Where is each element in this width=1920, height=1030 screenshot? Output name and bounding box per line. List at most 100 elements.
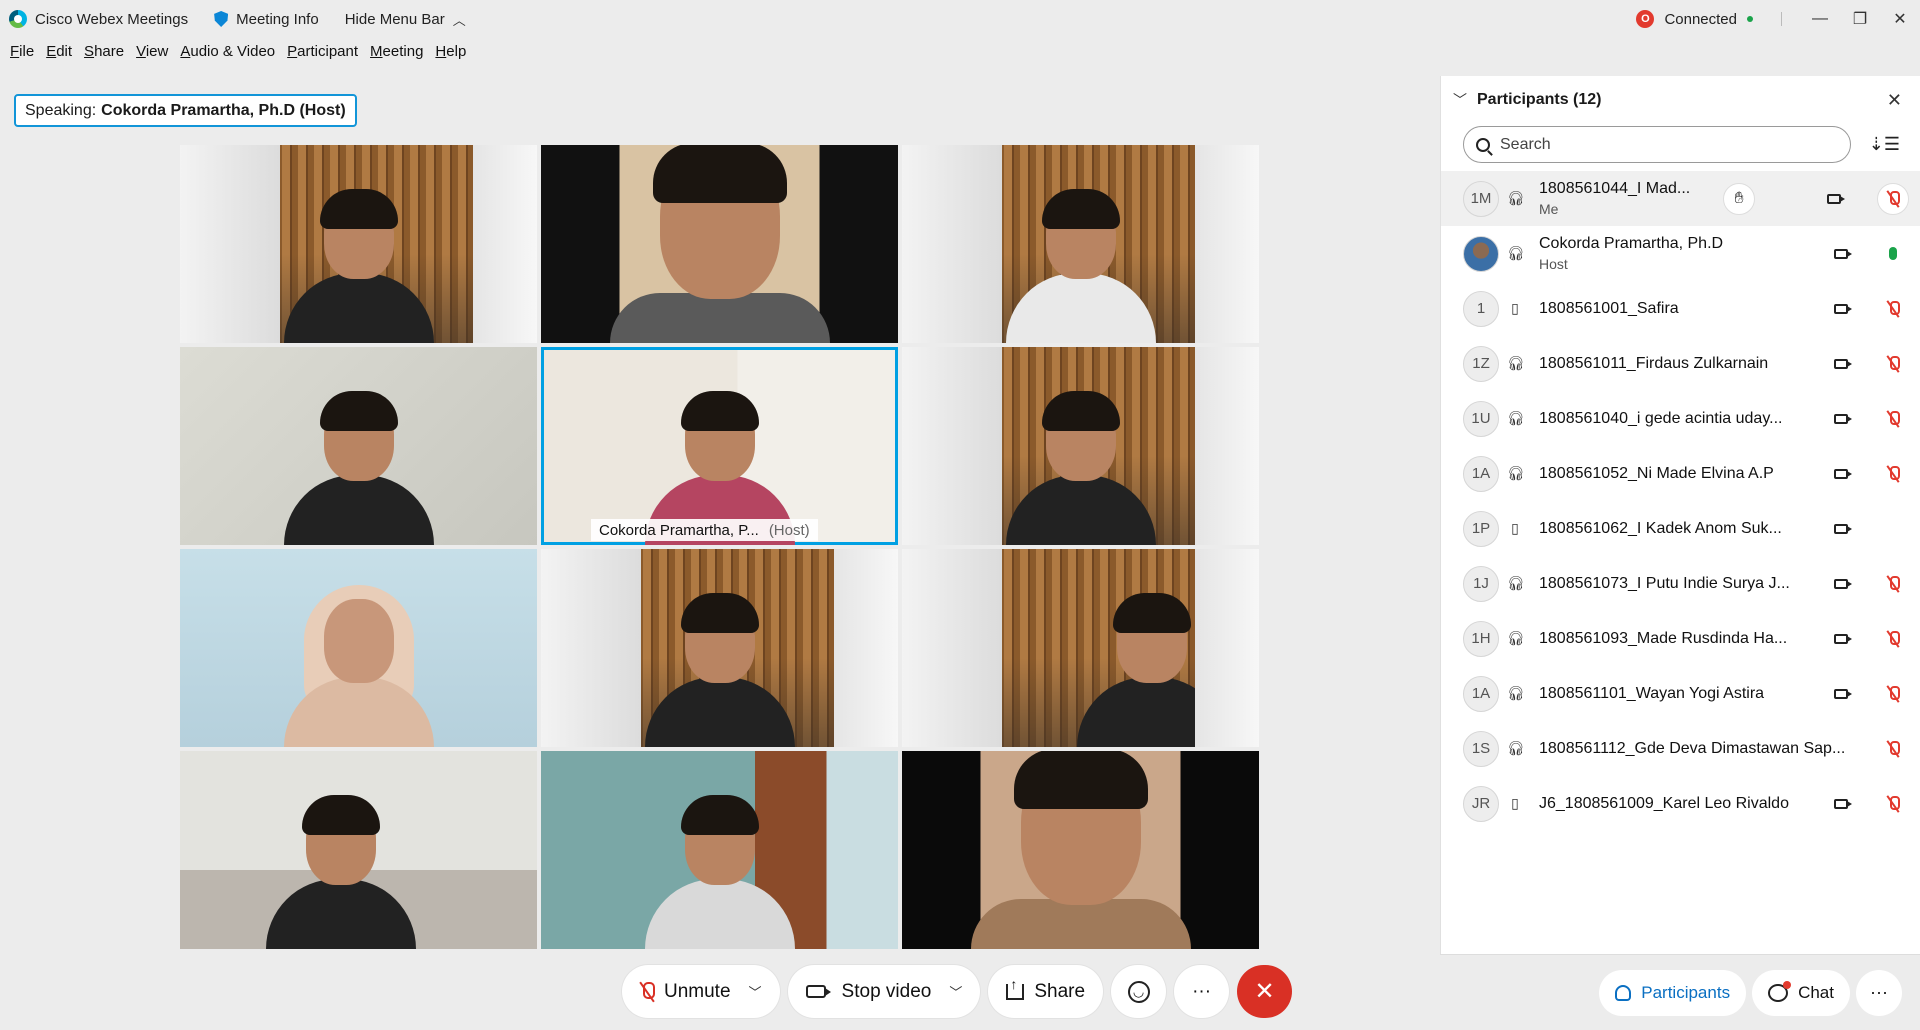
search-row: Search ⇣☰ (1441, 126, 1920, 163)
menu-participant[interactable]: Participant (281, 43, 364, 60)
headset-icon: 🎧︎ (1507, 465, 1525, 481)
video-tile[interactable] (902, 549, 1259, 747)
chevron-down-icon[interactable]: ﹀ (1453, 90, 1467, 110)
participant-row[interactable]: 1S 🎧︎ 1808561112_Gde Deva Dimastawan Sap… (1441, 721, 1920, 776)
chevron-down-icon[interactable]: ﹀ (949, 982, 962, 1001)
video-icon (1832, 523, 1852, 534)
video-icon (1832, 798, 1852, 809)
connected-dot-icon (1747, 16, 1753, 22)
participant-row[interactable]: 1A 🎧︎ 1808561101_Wayan Yogi Astira (1441, 666, 1920, 721)
app-name: Cisco Webex Meetings (35, 10, 189, 28)
participant-row[interactable]: 1Z 🎧︎ 1808561011_Firdaus Zulkarnain (1441, 336, 1920, 391)
camera-icon (805, 985, 831, 998)
video-tile[interactable] (180, 549, 537, 747)
participant-name: 1808561052_Ni Made Elvina A.P (1539, 464, 1774, 482)
menu-view[interactable]: View (130, 43, 174, 60)
avatar: 1J (1463, 565, 1499, 602)
active-speaker-role: (Host) (768, 521, 810, 539)
participant-video (644, 593, 795, 747)
participant-name: J6_1808561009_Karel Leo Rivaldo (1539, 794, 1789, 812)
more-options-button[interactable]: ··· (1174, 965, 1230, 1018)
video-tile[interactable] (180, 145, 537, 343)
menu-help[interactable]: Help (429, 43, 472, 60)
close-window-button[interactable]: ✕ (1880, 0, 1920, 38)
video-tile[interactable] (902, 145, 1259, 343)
avatar: 1U (1463, 400, 1499, 437)
sort-icon[interactable]: ⇣☰ (1869, 134, 1900, 155)
participant-video (644, 795, 795, 949)
video-tile[interactable] (902, 347, 1259, 545)
participant-video (283, 391, 434, 545)
participant-video (970, 751, 1191, 949)
menu-file[interactable]: File (4, 43, 40, 60)
menu-share[interactable]: Share (78, 43, 130, 60)
hide-menu-label: Hide Menu Bar (344, 10, 445, 28)
unmute-button[interactable]: Unmute ﹀ (622, 965, 780, 1018)
participant-row[interactable]: 1 ▯ 1808561001_Safira (1441, 281, 1920, 336)
chevron-down-icon[interactable]: ﹀ (749, 982, 762, 1001)
participant-video (283, 585, 434, 747)
menu-audio-video[interactable]: Audio & Video (174, 43, 281, 60)
video-tile[interactable] (541, 751, 898, 949)
participant-video (283, 189, 434, 343)
active-speaker-name: Cokorda Pramartha, P... (599, 521, 759, 539)
participant-row[interactable]: 1J 🎧︎ 1808561073_I Putu Indie Surya J... (1441, 556, 1920, 611)
avatar: 1H (1463, 620, 1499, 657)
headset-icon: 🎧︎ (1507, 740, 1525, 756)
search-input[interactable]: Search (1463, 126, 1851, 163)
video-icon (1832, 358, 1852, 369)
menu-edit[interactable]: Edit (40, 43, 78, 60)
video-tile[interactable] (180, 347, 537, 545)
mic-muted-icon (1884, 355, 1902, 372)
more-icon: ··· (1870, 982, 1888, 1002)
menu-meeting[interactable]: Meeting (364, 43, 429, 60)
participant-row[interactable]: 1M 🎧︎ 1808561044_I Mad... Me ✋︎ (1441, 171, 1920, 226)
leave-meeting-button[interactable]: ✕ (1237, 965, 1293, 1018)
speaking-name: Cokorda Pramartha, Ph.D (Host) (101, 101, 346, 119)
chat-tab[interactable]: Chat (1752, 969, 1850, 1016)
avatar: 1S (1463, 730, 1499, 767)
headset-icon: 🎧︎ (1507, 685, 1525, 701)
close-icon: ✕ (1254, 978, 1275, 1005)
participant-row[interactable]: 1A 🎧︎ 1808561052_Ni Made Elvina A.P (1441, 446, 1920, 501)
raise-hand-icon[interactable]: ✋︎ (1723, 182, 1755, 215)
connection-icon[interactable]: O (1636, 10, 1655, 28)
stop-video-button[interactable]: Stop video ﹀ (787, 965, 981, 1018)
active-speaker-name-tag: Cokorda Pramartha, P... (Host) (591, 519, 818, 541)
mic-muted-icon (640, 981, 655, 1002)
mute-toggle-button[interactable] (1877, 182, 1909, 215)
video-icon (1832, 248, 1852, 259)
meeting-controls: Unmute ﹀ Stop video ﹀ Share ◡ ··· ✕ (622, 965, 1293, 1018)
close-panel-button[interactable]: ✕ (1887, 90, 1902, 111)
video-tile[interactable] (541, 549, 898, 747)
video-tile[interactable] (541, 145, 898, 343)
participants-tab[interactable]: Participants (1599, 969, 1747, 1016)
video-icon (1832, 578, 1852, 589)
participant-row[interactable]: JR ▯ J6_1808561009_Karel Leo Rivaldo (1441, 776, 1920, 831)
reactions-button[interactable]: ◡ (1111, 965, 1167, 1018)
participant-name: 1808561040_i gede acintia uday... (1539, 409, 1783, 427)
webex-logo-icon (9, 10, 27, 28)
restore-button[interactable]: ❐ (1840, 0, 1880, 38)
meeting-info-button[interactable]: Meeting Info (204, 11, 329, 28)
headset-icon: 🎧︎ (1507, 245, 1525, 261)
minimize-button[interactable]: — (1800, 0, 1840, 38)
participant-name: 1808561011_Firdaus Zulkarnain (1539, 354, 1769, 372)
hide-menu-bar-button[interactable]: Hide Menu Bar ︿ (335, 10, 476, 29)
participant-row[interactable]: 1U 🎧︎ 1808561040_i gede acintia uday... (1441, 391, 1920, 446)
share-button[interactable]: Share (988, 965, 1104, 1018)
participant-name: 1808561044_I Mad... (1539, 180, 1691, 197)
participant-row[interactable]: 🎧︎ Cokorda Pramartha, Ph.D Host (1441, 226, 1920, 281)
avatar: JR (1463, 785, 1499, 822)
headset-icon: 🎧︎ (1507, 630, 1525, 646)
participant-video (1076, 593, 1227, 747)
participant-row[interactable]: 1P ▯ 1808561062_I Kadek Anom Suk... (1441, 501, 1920, 556)
active-speaker-tile[interactable]: Cokorda Pramartha, P... (Host) (541, 347, 898, 545)
headset-icon: 🎧︎ (1507, 410, 1525, 426)
video-tile[interactable] (902, 751, 1259, 949)
video-icon (1832, 688, 1852, 699)
title-bar: Cisco Webex Meetings Meeting Info Hide M… (0, 0, 1920, 38)
more-panels-button[interactable]: ··· (1856, 969, 1902, 1016)
video-tile[interactable] (180, 751, 537, 949)
participant-row[interactable]: 1H 🎧︎ 1808561093_Made Rusdinda Ha... (1441, 611, 1920, 666)
